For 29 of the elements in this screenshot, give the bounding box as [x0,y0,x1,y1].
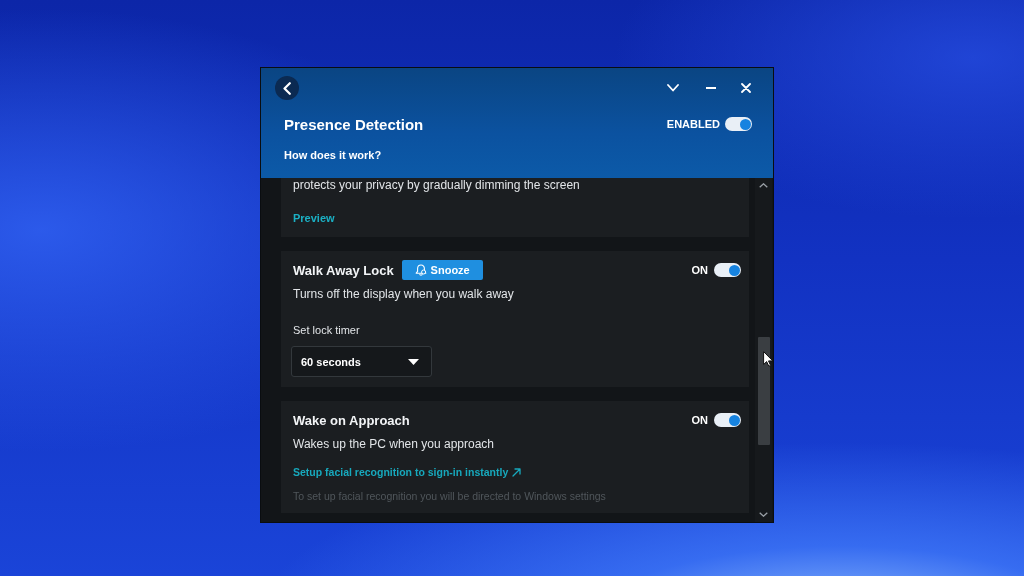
window-title: Presence Detection [284,115,424,133]
chevron-left-icon [283,81,291,95]
help-link[interactable]: How does it work? [284,148,382,162]
snooze-button[interactable]: Snooze [401,260,483,280]
description-text: Turns off the display when you walk away [293,287,514,301]
status-label: ON [691,264,708,276]
external-link-icon [512,467,522,477]
back-button[interactable] [275,76,299,100]
setting-title: Walk Away Lock [293,262,394,278]
caret-down-icon [408,358,419,365]
timer-label: Set lock timer [293,324,360,337]
toggle-switch[interactable] [714,413,741,427]
toggle-switch[interactable] [714,263,741,277]
chevron-down-icon [667,84,679,92]
description-text: Wakes up the PC when you approach [293,437,494,451]
scroll-up-icon[interactable] [759,183,768,188]
status-label: ON [691,414,708,426]
bell-icon [414,264,427,276]
setup-link[interactable]: Setup facial recognition to sign-in instantly [293,465,522,479]
minimize-icon [706,87,716,89]
description-text: protects your privacy by gradually dimming the screen [293,178,580,192]
scroll-down-icon[interactable] [759,512,768,517]
scrollbar-thumb[interactable] [757,337,770,445]
status-label: ENABLED [666,118,720,130]
close-icon [741,83,751,93]
toggle-switch[interactable] [725,117,752,131]
timer-dropdown[interactable]: 60 seconds [291,346,432,377]
preview-link[interactable]: Preview [293,211,335,225]
setting-title: Wake on Approach [293,412,410,428]
